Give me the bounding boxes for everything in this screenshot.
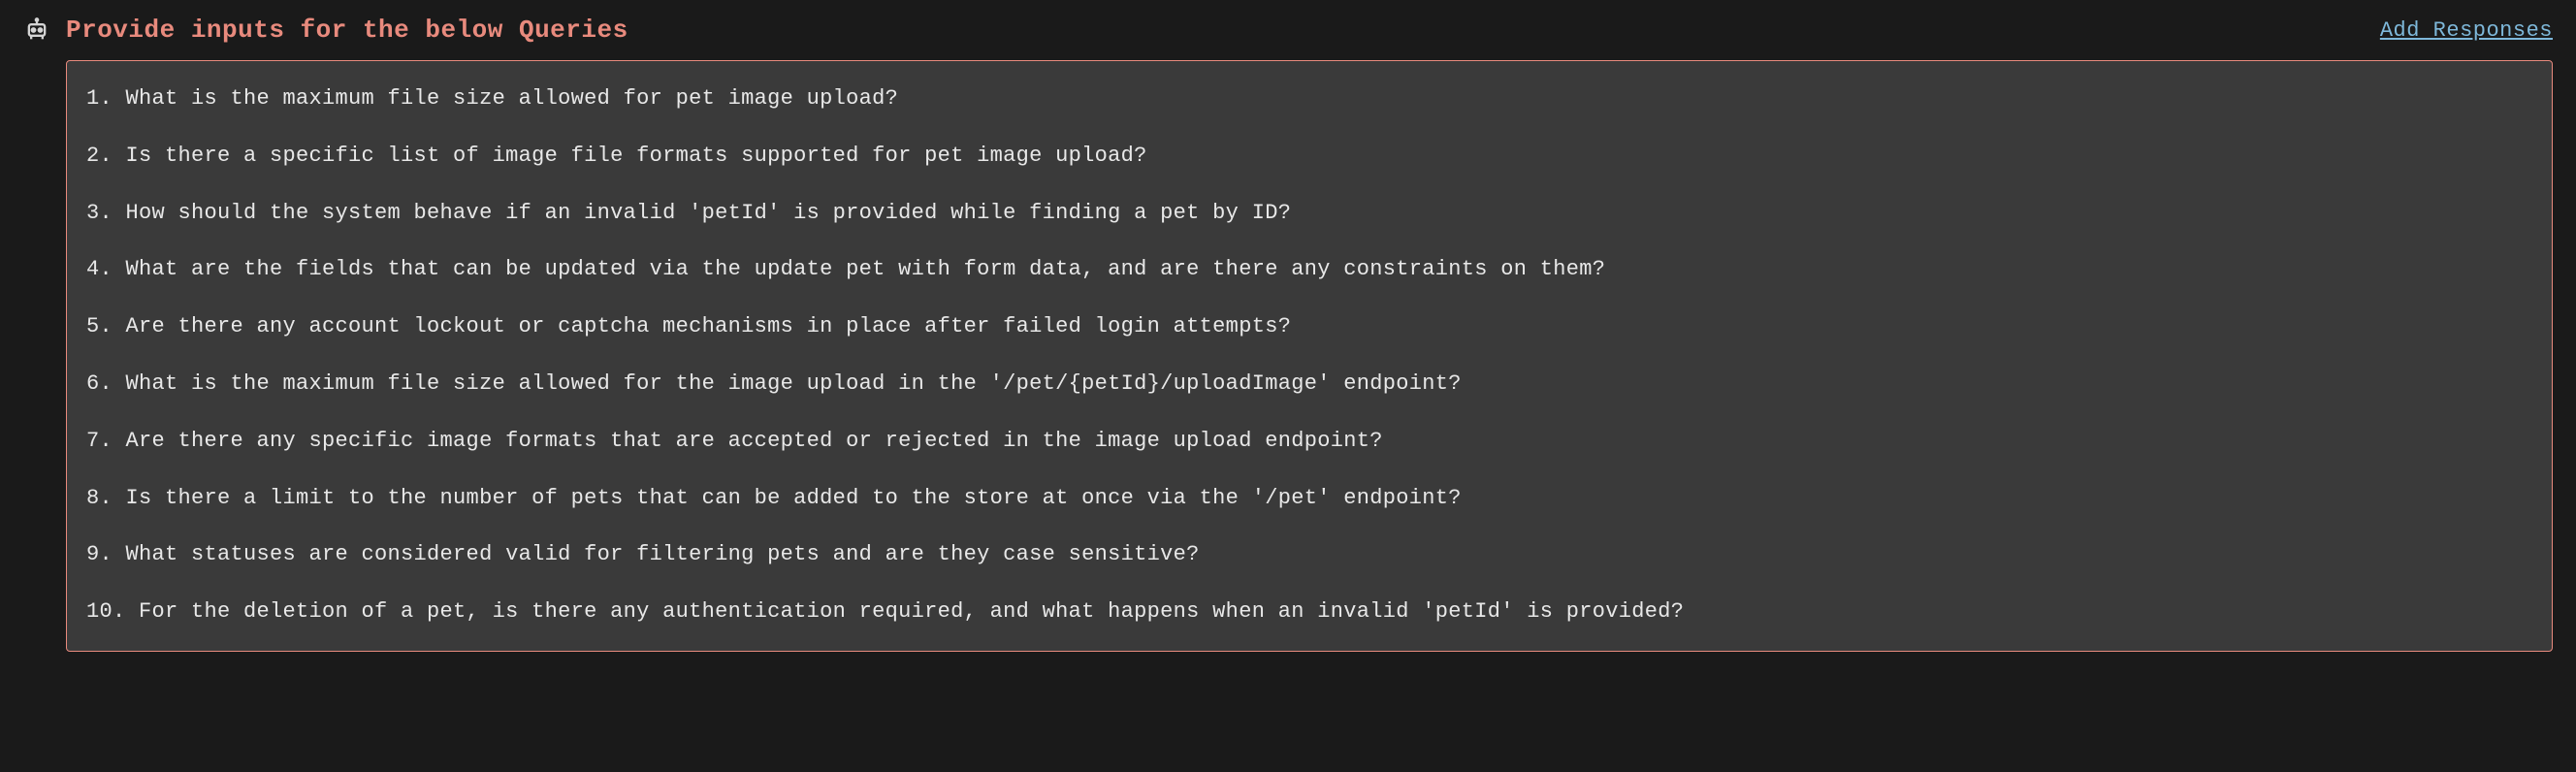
queries-container: 1. What is the maximum file size allowed… xyxy=(66,60,2553,652)
query-item: 6. What is the maximum file size allowed… xyxy=(86,370,2532,400)
add-responses-link[interactable]: Add Responses xyxy=(2380,18,2553,43)
query-item: 7. Are there any specific image formats … xyxy=(86,427,2532,457)
query-item: 4. What are the fields that can be updat… xyxy=(86,255,2532,285)
query-item: 2. Is there a specific list of image fil… xyxy=(86,142,2532,172)
query-item: 10. For the deletion of a pet, is there … xyxy=(86,597,2532,627)
header-left: Provide inputs for the below Queries xyxy=(23,16,628,45)
robot-icon xyxy=(23,16,50,44)
header-bar: Provide inputs for the below Queries Add… xyxy=(23,16,2553,45)
query-item: 1. What is the maximum file size allowed… xyxy=(86,84,2532,114)
query-item: 5. Are there any account lockout or capt… xyxy=(86,312,2532,342)
query-item: 3. How should the system behave if an in… xyxy=(86,199,2532,229)
query-item: 8. Is there a limit to the number of pet… xyxy=(86,484,2532,514)
query-item: 9. What statuses are considered valid fo… xyxy=(86,540,2532,570)
page-title: Provide inputs for the below Queries xyxy=(66,16,628,45)
